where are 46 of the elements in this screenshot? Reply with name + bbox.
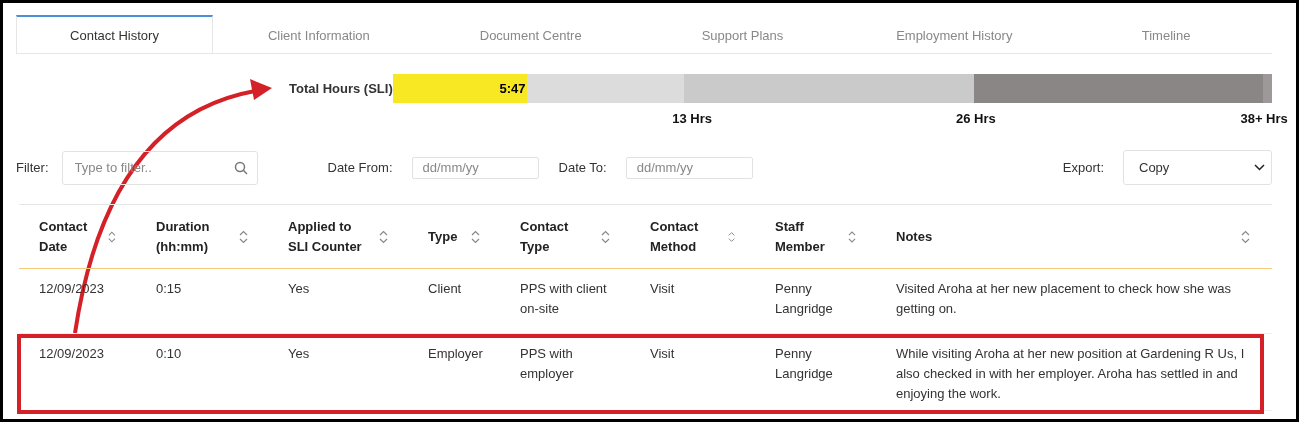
- column-header[interactable]: Contact Method: [630, 216, 755, 257]
- filter-label: Filter:: [16, 160, 49, 175]
- table-cell-text: Employer: [427, 345, 484, 363]
- table-cell-text: PPS with employer: [519, 345, 575, 383]
- table-cell-text: Penny Langridge: [774, 280, 834, 318]
- table-cell-text: 12/09/2023: [38, 345, 106, 363]
- date-from-label: Date From:: [327, 160, 393, 175]
- column-header[interactable]: Staff Member: [755, 216, 876, 257]
- table-cell-text: 0:10: [155, 345, 183, 363]
- sort-icon: [848, 229, 856, 244]
- table-cell-text: Client: [427, 280, 463, 298]
- hours-tick-label: 13 Hrs: [672, 111, 712, 126]
- column-header[interactable]: Contact Date: [19, 216, 136, 257]
- hours-fill: 5:47: [393, 74, 527, 103]
- sort-icon: [239, 229, 248, 244]
- sort-icon: [727, 229, 735, 244]
- table-cell-text: Yes: [287, 345, 311, 363]
- table-cell-text: Yes: [287, 280, 311, 298]
- table-cell-text: 0:15: [155, 280, 183, 298]
- column-header[interactable]: Duration (hh:mm): [136, 216, 268, 257]
- hours-label: Total Hours (SLI): [289, 81, 393, 96]
- column-header[interactable]: Type: [408, 226, 500, 247]
- table-cell-text: Penny Langridge: [774, 345, 834, 383]
- chevron-down-icon: [1254, 164, 1265, 171]
- sort-icon: [108, 229, 116, 244]
- table-cell-text: Visit: [649, 345, 676, 363]
- hours-tick-label: 26 Hrs: [956, 111, 996, 126]
- table-cell-text: PPS with client on-site: [519, 280, 608, 318]
- column-header[interactable]: Applied to SLI Counter: [268, 216, 408, 257]
- date-from-field[interactable]: dd/mm/yy: [411, 156, 539, 179]
- search-icon: [233, 160, 248, 175]
- sort-icon: [601, 229, 610, 244]
- sort-icon: [471, 229, 480, 244]
- table-cell-text: While visiting Aroha at her new position at Gardening R Us, I also checked in with her employer. Aroha has settled in and enjoying the work.: [895, 345, 1246, 403]
- column-header[interactable]: Contact Type: [500, 216, 630, 257]
- export-label: Export:: [1062, 160, 1104, 175]
- tab[interactable]: Contact History: [16, 15, 213, 53]
- sort-icon: [379, 229, 388, 244]
- sort-icon: [1241, 229, 1250, 244]
- hours-tick-label: 38+ Hrs: [1240, 111, 1288, 126]
- date-to-field[interactable]: dd/mm/yy: [625, 156, 753, 179]
- column-header[interactable]: Notes: [876, 226, 1272, 247]
- table-cell-text: Visited Aroha at her new placement to check how she was getting on.: [895, 280, 1233, 318]
- export-dropdown[interactable]: Copy: [1123, 150, 1272, 185]
- date-to-label: Date To:: [558, 160, 607, 175]
- table-cell-text: Visit: [649, 280, 676, 298]
